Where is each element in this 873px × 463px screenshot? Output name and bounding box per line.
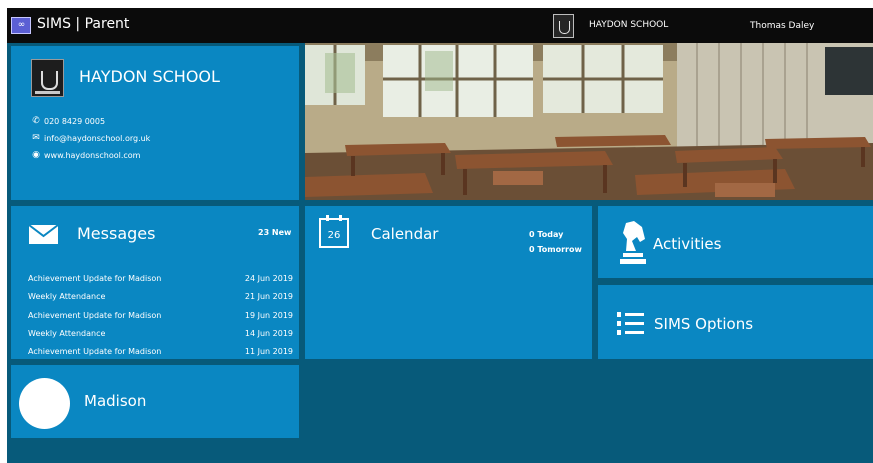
activities-title: Activities — [653, 235, 722, 253]
school-phone[interactable]: ✆ 020 8429 0005 — [31, 116, 105, 126]
phone-icon: ✆ — [32, 116, 40, 126]
message-item[interactable]: Achievement Update for Madison 11 Jun 20… — [28, 347, 293, 356]
school-phone-text: 020 8429 0005 — [44, 116, 106, 126]
message-item[interactable]: Achievement Update for Madison 24 Jun 20… — [28, 274, 293, 283]
sims-options-title: SIMS Options — [654, 315, 754, 333]
school-name: HAYDON SCHOOL — [79, 67, 220, 86]
numbered-list-icon — [617, 312, 644, 335]
message-subject: Weekly Attendance — [28, 292, 106, 301]
top-bar: ∞ SIMS | Parent HAYDON SCHOOL Thomas Dal… — [7, 8, 873, 43]
messages-title: Messages — [77, 224, 156, 243]
globe-icon: ◉ — [32, 150, 40, 160]
chess-knight-icon — [620, 221, 646, 264]
messages-tile[interactable]: Messages 23 New Achievement Update for M… — [11, 206, 299, 359]
message-date: 19 Jun 2019 — [244, 311, 293, 320]
student-name: Madison — [84, 392, 147, 410]
message-item[interactable]: Weekly Attendance 14 Jun 2019 — [28, 329, 293, 338]
school-email[interactable]: ✉ info@haydonschool.org.uk — [31, 133, 150, 143]
message-subject: Achievement Update for Madison — [28, 311, 162, 320]
envelope-icon — [28, 224, 59, 244]
message-subject: Achievement Update for Madison — [28, 274, 162, 283]
calendar-title: Calendar — [371, 225, 439, 243]
envelope-icon: ✉ — [32, 133, 40, 143]
school-crest-icon — [31, 59, 64, 97]
school-tile: HAYDON SCHOOL ✆ 020 8429 0005 ✉ info@hay… — [11, 46, 299, 200]
app-frame: ∞ SIMS | Parent HAYDON SCHOOL Thomas Dal… — [7, 8, 873, 463]
calendar-icon: 26 — [319, 215, 349, 248]
message-date: 24 Jun 2019 — [244, 274, 293, 283]
app-title[interactable]: SIMS | Parent — [37, 16, 129, 32]
message-subject: Weekly Attendance — [28, 329, 106, 338]
sims-logo-icon[interactable]: ∞ — [11, 17, 31, 34]
classroom-photo — [305, 43, 873, 200]
message-item[interactable]: Achievement Update for Madison 19 Jun 20… — [28, 311, 293, 320]
calendar-today-count: 0 Today — [529, 230, 564, 239]
school-email-text: info@haydonschool.org.uk — [44, 133, 151, 143]
message-date: 11 Jun 2019 — [244, 347, 293, 356]
school-crest-icon — [553, 14, 574, 38]
calendar-icon-day: 26 — [327, 230, 341, 241]
school-website-text: www.haydonschool.com — [44, 150, 141, 160]
header-school-name[interactable]: HAYDON SCHOOL — [589, 20, 668, 30]
calendar-tomorrow-count: 0 Tomorrow — [529, 245, 582, 254]
message-item[interactable]: Weekly Attendance 21 Jun 2019 — [28, 292, 293, 301]
messages-new-count: 23 New — [258, 228, 292, 237]
calendar-tile[interactable]: 26 Calendar 0 Today 0 Tomorrow — [305, 206, 592, 359]
student-tile[interactable]: Madison — [11, 365, 299, 438]
school-website[interactable]: ◉ www.haydonschool.com — [31, 150, 140, 160]
user-menu[interactable]: Thomas Daley — [750, 21, 814, 31]
avatar — [19, 378, 70, 429]
message-date: 14 Jun 2019 — [244, 329, 293, 338]
message-date: 21 Jun 2019 — [244, 292, 293, 301]
message-subject: Achievement Update for Madison — [28, 347, 162, 356]
activities-tile[interactable]: Activities — [598, 206, 873, 278]
sims-options-tile[interactable]: SIMS Options — [598, 285, 873, 359]
